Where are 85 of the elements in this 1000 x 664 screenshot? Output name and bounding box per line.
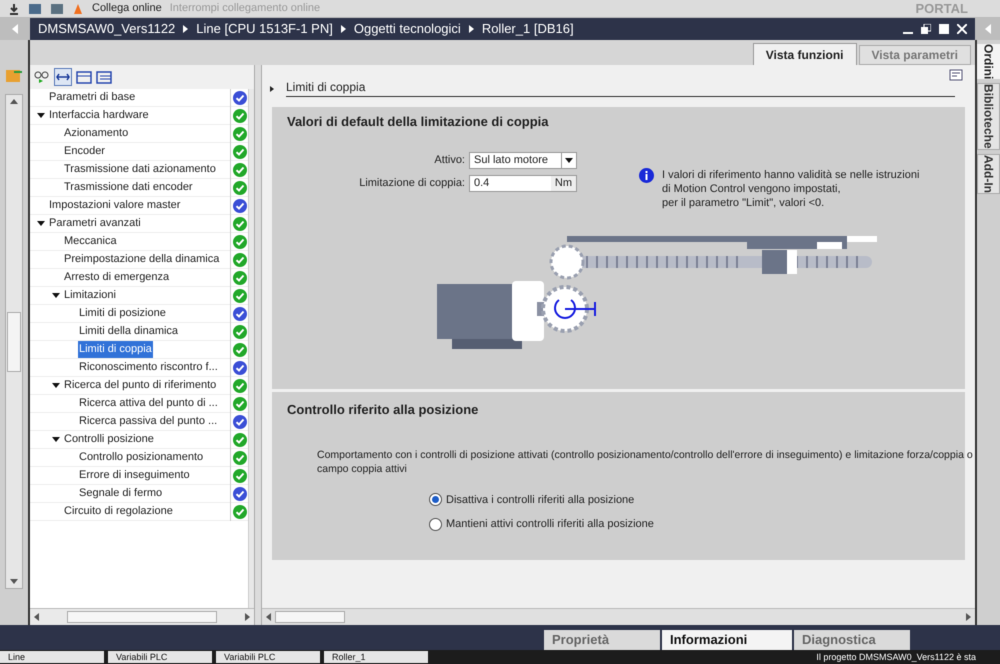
tree-item[interactable]: Segnale di fermo [78, 485, 164, 502]
tree-item[interactable]: Limitazioni [63, 287, 117, 304]
go-online-button[interactable]: Collega online [92, 0, 162, 17]
taskbar-item[interactable]: Variabili PLC [108, 651, 212, 663]
expanded-icon[interactable] [52, 383, 60, 388]
tree-item[interactable]: Circuito di regolazione [63, 503, 174, 520]
expand-icon[interactable] [54, 68, 72, 86]
restore-icon[interactable] [921, 24, 931, 34]
tree-item[interactable]: Ricerca passiva del punto ... [78, 413, 218, 430]
scrollbar[interactable] [5, 94, 23, 589]
view-tab[interactable]: Vista funzioni [752, 43, 856, 65]
tree-item[interactable]: Arresto di emergenza [63, 269, 170, 286]
info-text: di Motion Control vengono impostati, [662, 182, 842, 196]
left-arrow-icon [984, 24, 990, 34]
side-tab[interactable]: Biblioteche [977, 83, 1000, 150]
tree-item[interactable]: Interfaccia hardware [48, 107, 150, 124]
right-arrow-icon [270, 86, 274, 92]
scroll-thumb[interactable] [67, 611, 217, 623]
right-arrow-icon [468, 25, 474, 33]
tree-item[interactable]: Encoder [63, 143, 106, 160]
radio-label[interactable]: Disattiva i controlli riferiti alla posizione [446, 492, 634, 508]
down-arrow-icon [10, 579, 18, 584]
left-arrow-icon [12, 24, 18, 34]
field-label: Limitazione di coppia: [358, 176, 465, 191]
section-title: Controllo riferito alla posizione [287, 401, 480, 419]
brand-label: PORTAL [916, 0, 969, 18]
glasses-icon[interactable] [34, 70, 50, 84]
taskbar-item[interactable]: Variabili PLC [216, 651, 320, 663]
side-tab[interactable]: Add-In [977, 154, 1000, 194]
info-text: per il parametro "Limit", valori <0. [662, 196, 826, 210]
radio-button[interactable] [429, 493, 442, 506]
tree-item[interactable]: Limiti della dinamica [78, 323, 180, 340]
tree-item[interactable]: Preimpostazione della dinamica [63, 251, 220, 268]
right-arrow-icon [183, 25, 188, 33]
tree-item[interactable]: Parametri avanzati [48, 215, 142, 232]
inspector-tab[interactable]: Proprietà [544, 630, 660, 650]
caret-icon [565, 158, 573, 162]
horizontal-scrollbar[interactable] [262, 608, 975, 625]
info-text: I valori di riferimento hanno validità se nelle istruzioni [662, 168, 920, 182]
tree-item[interactable]: Trasmissione dati encoder [63, 179, 194, 196]
tree-item[interactable]: Trasmissione dati azionamento [63, 161, 217, 178]
input-field[interactable]: 0.4 Nm [469, 174, 577, 192]
taskbar-item[interactable]: Roller_1 [324, 651, 428, 663]
breadcrumb-item[interactable]: Line [CPU 1513F-1 PN] [196, 19, 333, 39]
expanded-icon[interactable] [52, 437, 60, 442]
scrollbar[interactable] [248, 89, 254, 608]
page-title: Limiti di coppia [286, 78, 956, 97]
close-icon[interactable] [957, 24, 967, 34]
inspector-tab[interactable]: Informazioni [662, 630, 792, 650]
tree-item[interactable]: Azionamento [63, 125, 130, 142]
breadcrumb-item[interactable]: Roller_1 [DB16] [482, 19, 574, 39]
tree-item[interactable]: Ricerca attiva del punto di ... [78, 395, 219, 412]
tree-item[interactable]: Controllo posizionamento [78, 449, 204, 466]
horizontal-scrollbar[interactable] [30, 608, 254, 625]
description-text: Comportamento con i controlli di posizione attivati (controllo posizionamento/controllo dell'errore di inseguimento) e limitazione forza/coppia o campo coppia attivi [317, 448, 974, 476]
tree-item[interactable]: Limiti di coppia [78, 341, 153, 358]
download-icon[interactable] [8, 2, 20, 14]
expanded-icon[interactable] [37, 113, 45, 118]
right-arrow-icon [340, 25, 346, 33]
tree-item[interactable]: Controlli posizione [63, 431, 155, 448]
field-label: Attivo: [433, 152, 465, 168]
tree-item[interactable]: Impostazioni valore master [48, 197, 182, 214]
tree-item[interactable]: Riconoscimento riscontro f... [78, 359, 219, 376]
tree-item[interactable]: Parametri di base [48, 89, 136, 106]
expanded-icon[interactable] [37, 221, 45, 226]
scroll-thumb[interactable] [275, 611, 345, 623]
breadcrumb-item[interactable]: DMSMSAW0_Vers1122 [38, 19, 176, 39]
radio-label[interactable]: Mantieni attivi controlli riferiti alla posizione [446, 516, 654, 532]
unit-label: Nm [550, 176, 576, 190]
side-tab[interactable]: Ordini [977, 44, 1000, 80]
tree-item[interactable]: Errore di inseguimento [78, 467, 191, 484]
info-icon [639, 168, 654, 182]
tree-item[interactable]: Ricerca del punto di riferimento [63, 377, 218, 394]
section-title: Valori di default della limitazione di coppia [287, 113, 550, 131]
inspector-tab[interactable]: Diagnostica [794, 630, 910, 650]
taskbar-item[interactable]: Line [0, 651, 104, 663]
tree-item[interactable]: Meccanica [63, 233, 118, 250]
breadcrumb-item[interactable]: Oggetti tecnologici [354, 19, 461, 39]
scroll-thumb[interactable] [7, 312, 21, 372]
dropdown[interactable]: Sul lato motore [469, 152, 577, 168]
status-message: Il progetto DMSMSAW0_Vers1122 è sta [816, 651, 977, 663]
up-arrow-icon [10, 99, 18, 104]
expanded-icon[interactable] [52, 293, 60, 298]
tree-item[interactable]: Limiti di posizione [78, 305, 167, 322]
radio-button[interactable] [429, 518, 442, 531]
